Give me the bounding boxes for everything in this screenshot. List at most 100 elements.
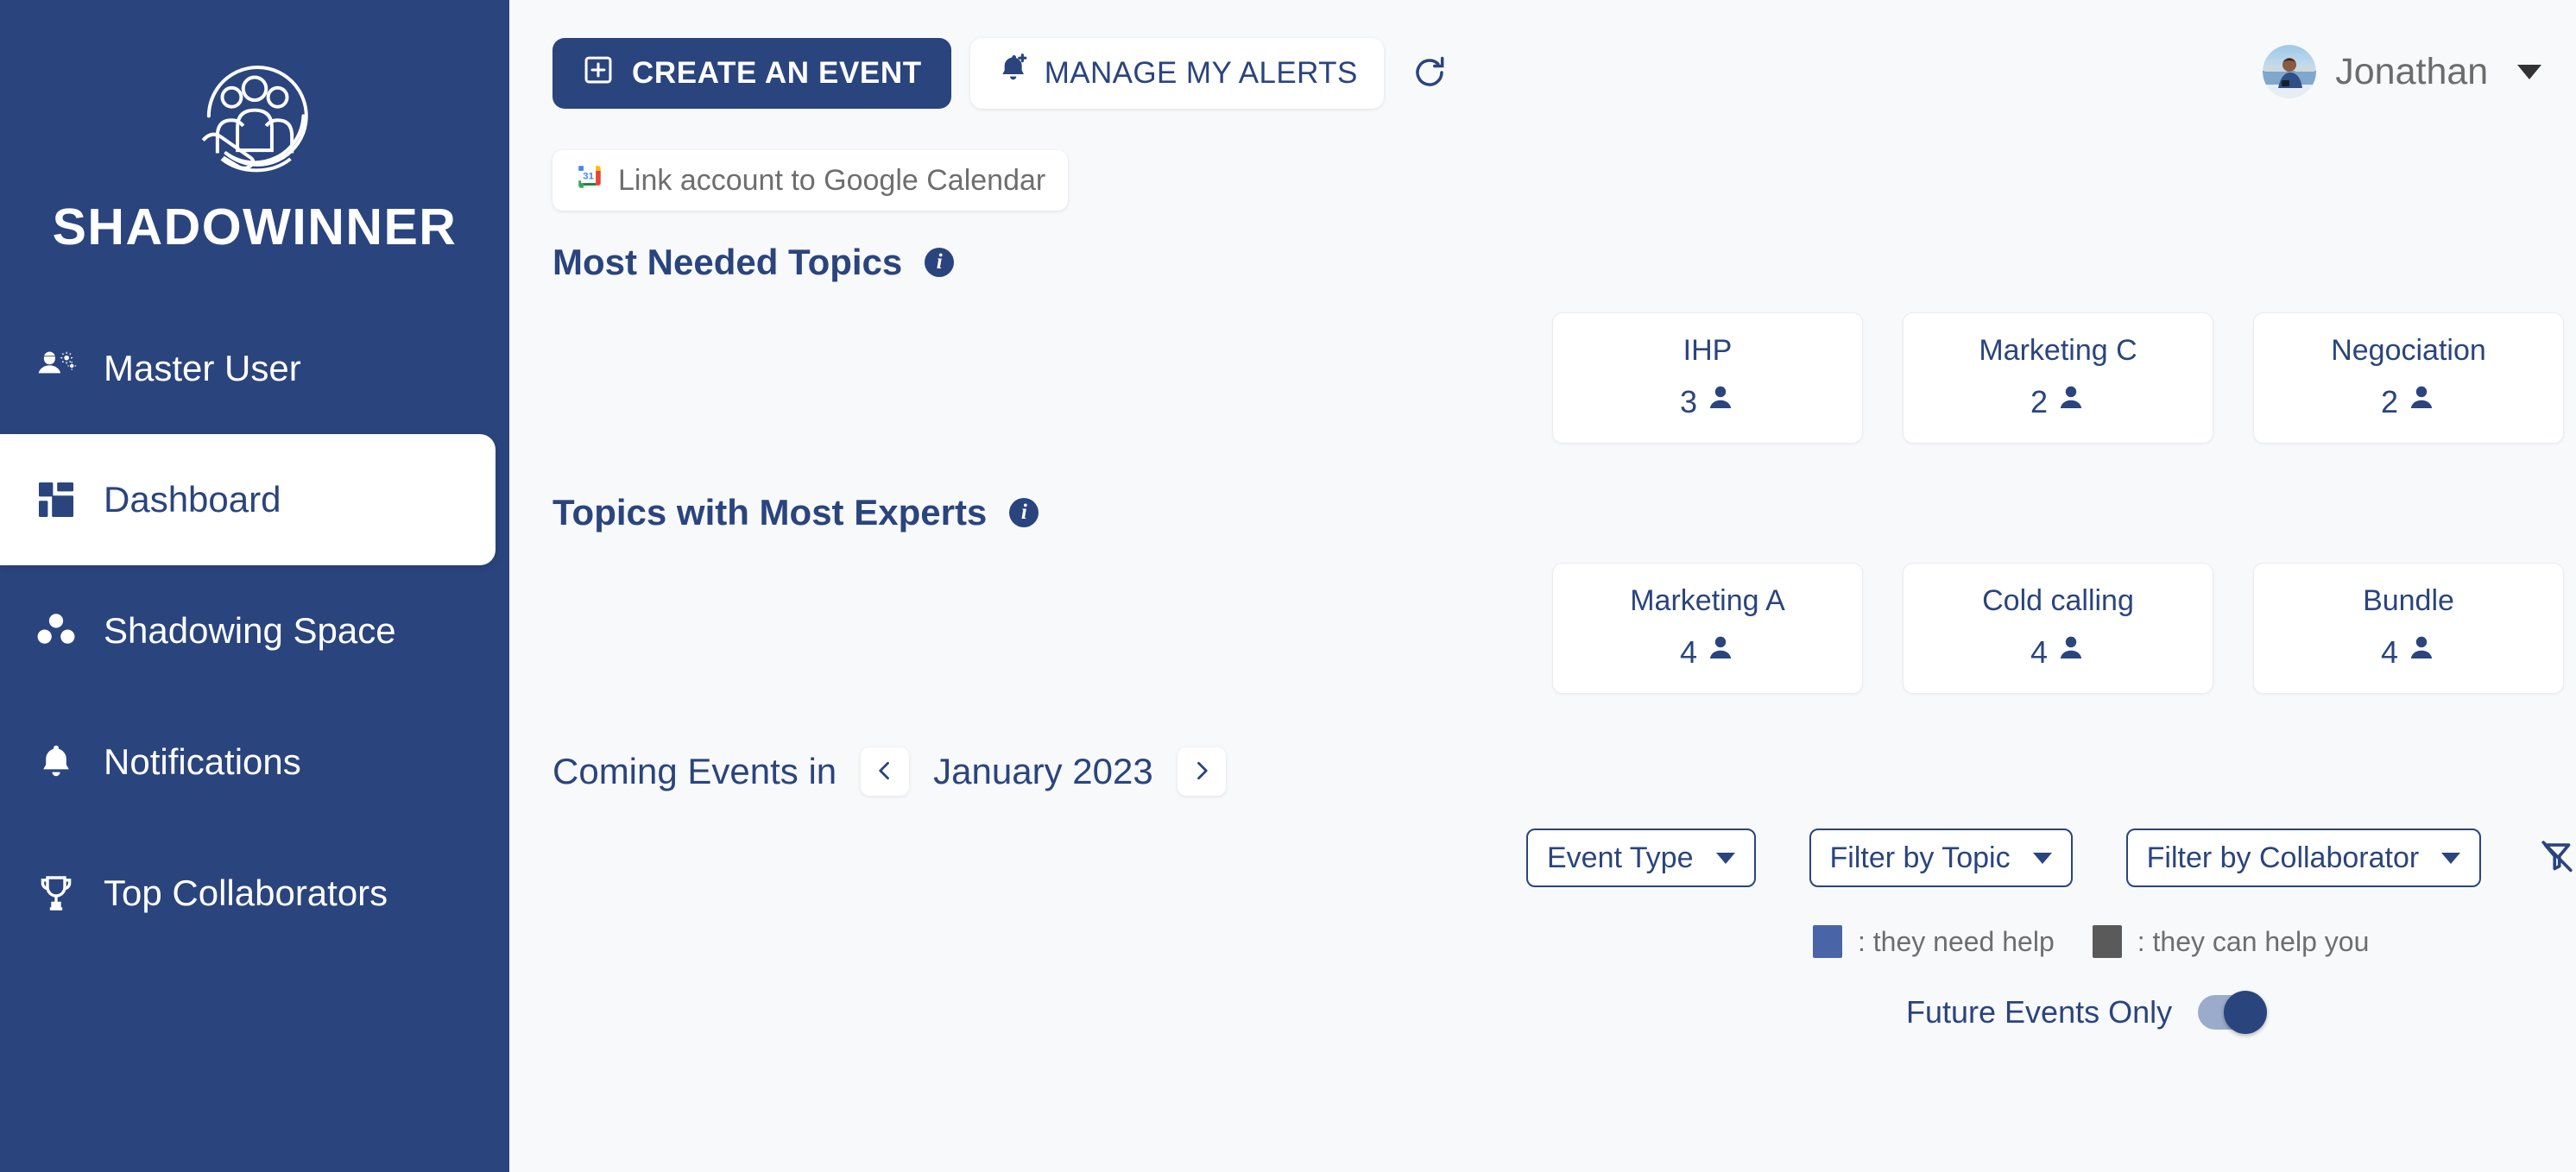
trophy-icon <box>31 868 81 918</box>
topic-count: 2 <box>2381 383 2436 420</box>
chevron-down-icon <box>2032 852 2052 864</box>
topic-count: 4 <box>1680 633 1735 671</box>
clear-filters-button[interactable] <box>2535 835 2576 882</box>
topic-count-value: 4 <box>2030 633 2049 670</box>
refresh-icon <box>1411 54 1448 93</box>
topic-name: Negociation <box>2331 334 2486 367</box>
manage-alerts-button[interactable]: MANAGE MY ALERTS <box>969 38 1384 109</box>
future-events-only-row: Future Events Only <box>1906 991 2576 1034</box>
section-header-most-needed-topics: Most Needed Topics i <box>552 242 2576 283</box>
sidebar-item-notifications[interactable]: Notifications <box>0 696 509 828</box>
sidebar: SHADOWINNER Master User Dashboard Shadow… <box>0 0 509 1172</box>
user-avatar-photo <box>2263 45 2317 98</box>
topic-card[interactable]: Cold calling 4 <box>1903 563 2213 694</box>
link-google-calendar-label: Link account to Google Calendar <box>618 163 1046 197</box>
next-month-button[interactable] <box>1177 747 1226 796</box>
legend-swatch-can-help <box>2092 925 2122 958</box>
toggle-knob <box>2224 991 2268 1034</box>
legend-swatch-need-help <box>1813 925 1842 958</box>
svg-text:31: 31 <box>583 171 594 181</box>
user-menu[interactable]: Jonathan <box>2263 45 2542 98</box>
person-icon <box>1706 633 1735 671</box>
sidebar-item-top-collaborators[interactable]: Top Collaborators <box>0 828 509 959</box>
filters-row: Event Type Filter by Topic Filter by Col… <box>1526 829 2576 887</box>
current-month-label: January 2023 <box>933 751 1153 791</box>
person-icon <box>1706 383 1735 420</box>
brand: SHADOWINNER <box>0 0 509 256</box>
dashboard-grid-icon <box>31 475 81 525</box>
legend-label: : they need help <box>1858 925 2055 957</box>
manage-alerts-label: MANAGE MY ALERTS <box>1044 56 1358 90</box>
legend: : they need help : they can help you <box>1813 925 2576 958</box>
topic-name: IHP <box>1683 334 1733 367</box>
topic-card[interactable]: IHP 3 <box>1552 312 1863 444</box>
sidebar-item-label: Top Collaborators <box>104 873 388 913</box>
info-icon[interactable]: i <box>1009 498 1039 527</box>
topic-name: Marketing A <box>1630 584 1785 617</box>
coming-events-label: Coming Events in <box>552 751 837 791</box>
bell-plus-icon <box>996 53 1031 95</box>
chevron-down-icon[interactable] <box>2517 64 2542 79</box>
topic-card[interactable]: Marketing A 4 <box>1552 563 1863 694</box>
topic-count-value: 4 <box>2380 633 2399 670</box>
google-calendar-icon: 31 <box>575 162 604 199</box>
sidebar-item-label: Master User <box>104 348 301 388</box>
event-type-select[interactable]: Event Type <box>1526 829 1756 887</box>
event-type-label: Event Type <box>1547 841 1694 874</box>
main-content: CREATE AN EVENT MANAGE MY ALERTS Jonatha… <box>509 0 2576 1172</box>
sidebar-nav: Master User Dashboard Shadowing Space No… <box>0 303 509 959</box>
sidebar-item-label: Notifications <box>104 741 301 782</box>
user-name: Jonathan <box>2335 50 2489 92</box>
topic-card[interactable]: Bundle 4 <box>2253 563 2564 694</box>
topic-name: Cold calling <box>1982 584 2134 617</box>
topic-name: Bundle <box>2363 584 2454 617</box>
topic-count: 3 <box>1680 383 1735 420</box>
user-settings-icon <box>31 343 81 394</box>
topic-name: Marketing C <box>1979 334 2137 367</box>
chevron-left-icon <box>873 759 897 785</box>
three-dots-group-icon <box>31 606 81 656</box>
section-header-topics-with-most-experts: Topics with Most Experts i <box>552 492 2576 533</box>
brand-name: SHADOWINNER <box>52 198 458 255</box>
sidebar-item-master-user[interactable]: Master User <box>0 303 509 434</box>
topics-with-most-experts-cards: Marketing A 4 Cold calling 4 Bundle 4 <box>1552 563 2576 694</box>
legend-item: : they need help <box>1813 925 2055 958</box>
section-title: Most Needed Topics <box>552 242 903 282</box>
info-icon[interactable]: i <box>925 248 955 277</box>
topic-count-value: 2 <box>2030 383 2049 419</box>
sidebar-item-shadowing-space[interactable]: Shadowing Space <box>0 565 509 696</box>
sidebar-item-label: Shadowing Space <box>104 610 396 651</box>
topic-count-value: 4 <box>1679 633 1698 670</box>
legend-item: : they can help you <box>2092 925 2370 958</box>
sidebar-item-label: Dashboard <box>104 479 281 520</box>
sidebar-item-dashboard[interactable]: Dashboard <box>0 434 496 565</box>
previous-month-button[interactable] <box>861 747 910 796</box>
people-in-hand-circle-logo <box>0 41 509 189</box>
chevron-down-icon <box>2441 852 2461 864</box>
filter-by-topic-select[interactable]: Filter by Topic <box>1809 829 2073 887</box>
clear-filter-icon <box>2538 838 2576 879</box>
topic-count: 2 <box>2030 383 2086 420</box>
person-icon <box>2056 383 2086 420</box>
create-event-button[interactable]: CREATE AN EVENT <box>552 38 951 109</box>
topic-count: 4 <box>2030 633 2086 671</box>
create-event-label: CREATE AN EVENT <box>632 56 922 90</box>
link-google-calendar-button[interactable]: 31 Link account to Google Calendar <box>552 150 1069 211</box>
refresh-button[interactable] <box>1406 49 1453 98</box>
future-events-only-toggle[interactable] <box>2198 991 2268 1034</box>
topic-card[interactable]: Negociation 2 <box>2253 312 2564 444</box>
coming-events-header: Coming Events in January 2023 <box>552 747 2576 796</box>
person-icon <box>2407 383 2436 420</box>
future-events-only-label: Future Events Only <box>1906 994 2173 1030</box>
topic-card[interactable]: Marketing C 2 <box>1903 312 2213 444</box>
legend-label: : they can help you <box>2137 925 2370 957</box>
filter-by-collaborator-select[interactable]: Filter by Collaborator <box>2125 829 2482 887</box>
section-title: Topics with Most Experts <box>552 492 988 532</box>
filter-by-topic-label: Filter by Topic <box>1829 841 2011 874</box>
person-icon <box>2407 633 2436 671</box>
topic-count-value: 2 <box>2380 383 2399 419</box>
filter-by-collaborator-label: Filter by Collaborator <box>2146 841 2420 874</box>
chevron-down-icon <box>1715 852 1735 864</box>
topic-count-value: 3 <box>1679 383 1698 419</box>
app-root: SHADOWINNER Master User Dashboard Shadow… <box>0 0 2576 1172</box>
